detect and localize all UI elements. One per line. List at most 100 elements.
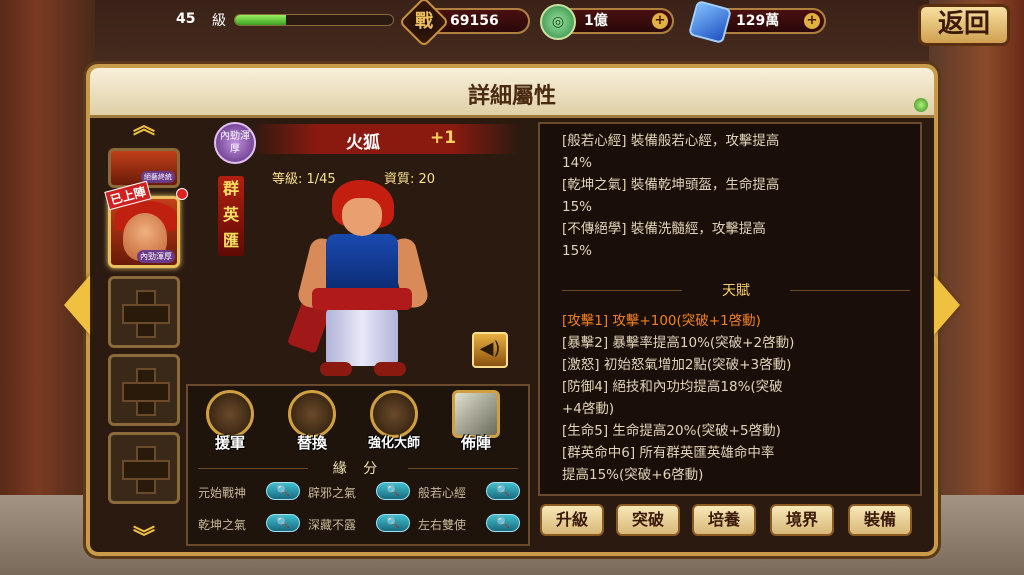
reinforce-icon <box>206 390 254 438</box>
formation-label: 佈陣 <box>460 434 491 452</box>
coin-display: ◎ 1億 + <box>540 4 674 40</box>
talent-line: [防御4] 絕技和內功均提高18%(突破 <box>562 379 783 395</box>
formation-button[interactable]: 佈陣 <box>442 390 510 458</box>
info-line: 15% <box>562 243 593 259</box>
fate-name: 乾坤之氣 <box>198 518 247 532</box>
swap-icon <box>288 390 336 438</box>
add-coin-button[interactable]: + <box>652 13 668 29</box>
scroll-up-chevron-icon[interactable]: ︽ <box>126 116 162 138</box>
fate-name: 深藏不露 <box>308 518 357 532</box>
hero-shoe <box>374 362 406 376</box>
arrow-left-icon <box>64 275 90 335</box>
info-line: 15% <box>562 199 593 215</box>
hero-torso <box>326 234 398 294</box>
talent-header: 天賦 <box>562 280 910 300</box>
info-line: [不傳絕學] 裝備洗髓經，攻擊提高 <box>562 221 766 237</box>
hero-face <box>342 198 382 236</box>
level-up-button[interactable]: 升級 <box>540 504 604 536</box>
add-hero-plus-icon <box>122 368 170 416</box>
fate-name: 般若心經 <box>418 486 467 500</box>
gem-icon <box>687 0 733 45</box>
speaker-icon: ◀) <box>479 338 501 359</box>
top-bar: 45 級 戰 69156 ◎ 1億 + 129萬 + 返回 <box>0 0 1024 48</box>
hero-slot-empty[interactable] <box>108 276 180 348</box>
gem-value: 129萬 <box>736 13 780 29</box>
talent-line: [激怒] 初始怒氣增加2點(突破+3啓動) <box>562 357 792 373</box>
hero-faction: 群英匯 <box>218 176 244 256</box>
magnifier-icon[interactable]: 🔍 <box>486 482 520 500</box>
panel-header: 詳細屬性 <box>90 68 934 118</box>
reinforce-label: 援軍 <box>214 434 245 452</box>
next-hero-arrow[interactable] <box>932 270 962 340</box>
hero-name-banner <box>250 124 520 154</box>
voice-button[interactable]: ◀) <box>472 332 508 368</box>
power-value: 69156 <box>450 13 499 29</box>
enhance-master-label: 強化大師 <box>367 436 420 451</box>
back-button[interactable]: 返回 <box>918 4 1010 46</box>
info-line: [般若心經] 裝備般若心經，攻擊提高 <box>562 133 780 149</box>
jade-ornament-icon <box>914 98 928 112</box>
realm-button[interactable]: 境界 <box>770 504 834 536</box>
hero-type-badge: 內勁渾厚 <box>214 122 256 164</box>
fate-item[interactable]: 般若心經 🔍 <box>418 482 528 502</box>
gem-display: 129萬 + <box>687 0 826 45</box>
hero-breakthrough: +1 <box>430 128 457 148</box>
hero-sash <box>312 288 412 310</box>
fate-name: 左右雙使 <box>418 518 467 532</box>
hero-figure <box>287 180 438 380</box>
exp-bar <box>234 14 394 26</box>
hero-display: 內勁渾厚 火狐 +1 群英匯 等級: 1/45 資質: 20 ◀) <box>190 116 530 380</box>
magnifier-icon[interactable]: 🔍 <box>266 514 300 532</box>
fate-item[interactable]: 乾坤之氣 🔍 <box>198 514 308 534</box>
talent-line: 提高15%(突破+6啓動) <box>562 467 704 483</box>
magnifier-icon[interactable]: 🔍 <box>266 482 300 500</box>
fate-item[interactable]: 左右雙使 🔍 <box>418 514 528 534</box>
hero-shoe <box>320 362 352 376</box>
exp-bar-fill <box>235 15 286 25</box>
talent-line: +4啓動) <box>562 401 615 417</box>
hero-slot-empty[interactable] <box>108 432 180 504</box>
action-button-row: 升級 突破 培養 境界 裝備 <box>538 504 928 538</box>
hero-slot-empty[interactable] <box>108 354 180 426</box>
actions-box: 援軍 替換 強化大師 佈陣 緣 分 元始戰神 🔍 辟邪之氣 🔍 般若心經 🔍 乾… <box>186 384 530 546</box>
breakthrough-button[interactable]: 突破 <box>616 504 680 536</box>
replace-button[interactable]: 替換 <box>278 390 346 458</box>
hero-name: 火狐 <box>346 133 380 153</box>
add-gem-button[interactable]: + <box>804 13 820 29</box>
attribute-info-panel[interactable]: [般若心經] 裝備般若心經，攻擊提高 14% [乾坤之氣] 裝備乾坤頭盔，生命提… <box>538 122 922 496</box>
notification-dot <box>176 188 188 200</box>
anvil-icon <box>370 390 418 438</box>
fate-item[interactable]: 元始戰神 🔍 <box>198 482 308 502</box>
fate-item[interactable]: 深藏不露 🔍 <box>308 514 418 534</box>
add-hero-plus-icon <box>122 290 170 338</box>
scroll-down-chevron-icon[interactable]: ︾ <box>126 528 162 550</box>
formation-board-icon <box>452 390 500 438</box>
fate-item[interactable]: 辟邪之氣 🔍 <box>308 482 418 502</box>
fate-name: 元始戰神 <box>198 486 247 500</box>
talent-line: [暴擊2] 暴擊率提高10%(突破+2啓動) <box>562 335 795 351</box>
equip-button[interactable]: 裝備 <box>848 504 912 536</box>
info-line: 14% <box>562 155 593 171</box>
train-button[interactable]: 培養 <box>692 504 756 536</box>
fate-name: 辟邪之氣 <box>308 486 357 500</box>
player-level: 45 <box>176 11 196 27</box>
hero-pants <box>326 308 398 366</box>
prev-hero-arrow[interactable] <box>62 270 92 340</box>
talent-line: [生命5] 生命提高20%(突破+5啓動) <box>562 423 781 439</box>
hero-slot-list: ︽ 絕藝終統 內勁渾厚 ︾ <box>104 114 184 550</box>
power-display: 戰 69156 <box>398 0 530 48</box>
coin-icon: ◎ <box>540 4 576 40</box>
slot-skill-tag: 內勁渾厚 <box>137 250 175 263</box>
reinforce-button[interactable]: 援軍 <box>196 390 264 458</box>
talent-line: [攻擊1] 攻擊+100(突破+1啓動) <box>562 313 761 329</box>
add-hero-plus-icon <box>122 446 170 494</box>
divider <box>408 468 518 469</box>
info-line: [乾坤之氣] 裝備乾坤頭盔，生命提高 <box>562 177 780 193</box>
arrow-right-icon <box>934 275 960 335</box>
magnifier-icon[interactable]: 🔍 <box>486 514 520 532</box>
enhance-master-button[interactable]: 強化大師 <box>360 390 428 458</box>
magnifier-icon[interactable]: 🔍 <box>376 514 410 532</box>
magnifier-icon[interactable]: 🔍 <box>376 482 410 500</box>
coin-value: 1億 <box>584 13 608 29</box>
talent-line: [群英命中6] 所有群英匯英雄命中率 <box>562 445 775 461</box>
